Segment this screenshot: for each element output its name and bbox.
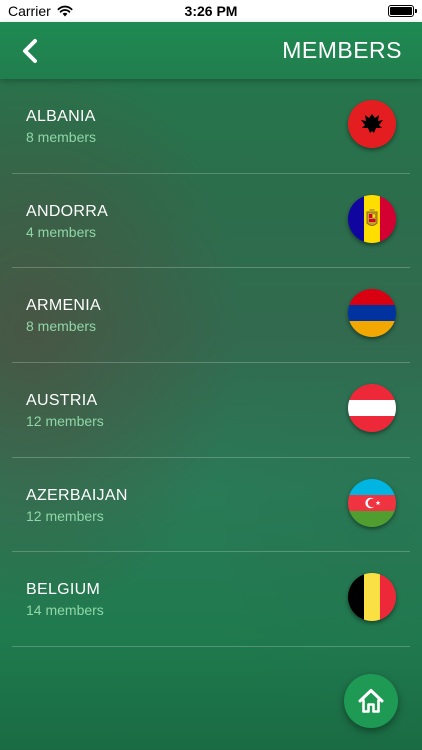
battery-icon	[388, 5, 417, 17]
member-count: 12 members	[26, 413, 104, 430]
country-name: AZERBAIJAN	[26, 486, 128, 504]
list-item-belgium[interactable]: BELGIUM 14 members	[0, 552, 422, 648]
list-item-albania[interactable]: ALBANIA 8 members	[0, 79, 422, 174]
member-count: 12 members	[26, 507, 104, 524]
member-count: 14 members	[26, 602, 104, 619]
member-count: 4 members	[26, 223, 97, 240]
list-item-austria[interactable]: AUSTRIA 12 members	[0, 363, 422, 458]
azerbaijan-flag-icon	[348, 478, 396, 527]
member-count: 8 members	[26, 318, 97, 335]
back-button[interactable]	[14, 34, 48, 68]
country-name: BELGIUM	[26, 581, 101, 599]
page-title: MEMBERS	[282, 37, 402, 63]
members-list: ALBANIA 8 members ANDORRA 4 members ARME…	[0, 79, 422, 648]
status-time: 3:26 PM	[184, 3, 238, 19]
nav-bar: MEMBERS	[0, 22, 422, 79]
country-name: ANDORRA	[26, 202, 109, 220]
andorra-flag-icon	[348, 194, 396, 243]
row-divider	[12, 646, 410, 648]
country-name: AUSTRIA	[26, 392, 98, 410]
list-item-armenia[interactable]: ARMENIA 8 members	[0, 268, 422, 364]
albania-flag-icon	[348, 100, 396, 148]
country-name: ARMENIA	[26, 297, 101, 315]
home-icon	[358, 689, 384, 713]
austria-flag-icon	[348, 384, 396, 433]
chevron-left-icon	[23, 39, 37, 63]
list-item-andorra[interactable]: ANDORRA 4 members	[0, 174, 422, 269]
country-name: ALBANIA	[26, 108, 96, 125]
belgium-flag-icon	[348, 573, 396, 622]
armenia-flag-icon	[348, 289, 396, 338]
list-item-azerbaijan[interactable]: AZERBAIJAN 12 members	[0, 458, 422, 553]
home-button[interactable]	[344, 674, 398, 728]
status-bar: Carrier 3:26 PM	[0, 0, 422, 22]
member-count: 8 members	[26, 129, 97, 145]
